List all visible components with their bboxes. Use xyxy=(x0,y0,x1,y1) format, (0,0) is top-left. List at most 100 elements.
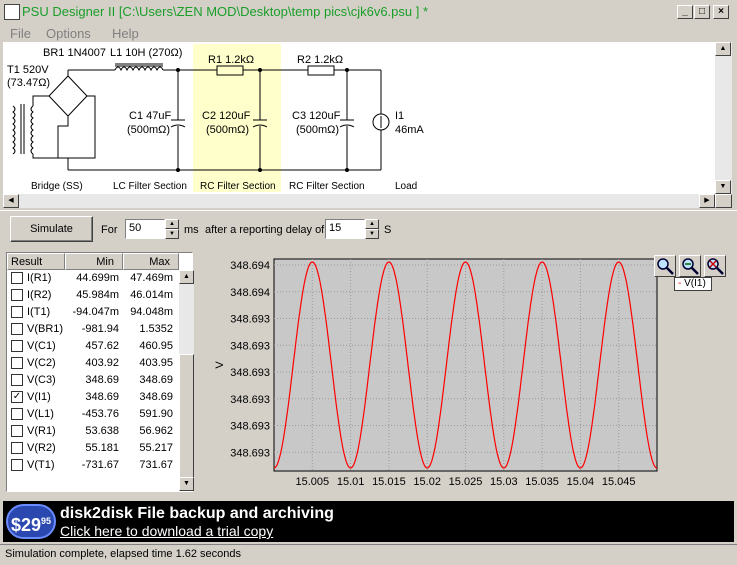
zoom-in-button[interactable] xyxy=(654,255,676,277)
close-button[interactable]: × xyxy=(713,5,729,19)
result-row[interactable]: I(R1) 44.699m 47.469m xyxy=(7,270,177,287)
results-scroll-down[interactable]: ▼ xyxy=(179,477,194,491)
r2-label: R2 1.2kΩ xyxy=(297,54,344,66)
result-row[interactable]: V(C1) 457.62 460.95 xyxy=(7,338,177,355)
result-row[interactable]: I(T1) -94.047m 94.048m xyxy=(7,304,177,321)
x-tick-label: 15.025 xyxy=(449,476,483,488)
result-checkbox[interactable] xyxy=(11,442,23,454)
result-row[interactable]: V(R2) 55.181 55.217 xyxy=(7,440,177,457)
minimize-button[interactable]: _ xyxy=(677,5,693,19)
scroll-up-button[interactable]: ▲ xyxy=(715,42,731,56)
result-min: 45.984m xyxy=(76,289,119,301)
ad-headline: disk2disk File backup and archiving xyxy=(60,505,334,522)
result-min: 53.638 xyxy=(85,425,119,437)
delay-label: after a reporting delay of xyxy=(205,224,325,236)
zoom-out-icon xyxy=(707,258,724,275)
result-row[interactable]: V(L1) -453.76 591.90 xyxy=(7,406,177,423)
maximize-button[interactable]: □ xyxy=(694,5,710,19)
result-checkbox[interactable]: ✓ xyxy=(11,391,23,403)
delay-up-button[interactable]: ▲ xyxy=(365,219,379,229)
result-max: 348.69 xyxy=(139,374,173,386)
result-max: 94.048m xyxy=(130,306,173,318)
schematic-hscroll[interactable]: ◀ ▶ xyxy=(3,194,715,208)
zoom-out-button[interactable] xyxy=(704,255,726,277)
result-max: 731.67 xyxy=(139,459,173,471)
schematic-vscroll[interactable]: ▲ ▼ xyxy=(715,42,732,194)
scroll-right-button[interactable]: ▶ xyxy=(699,194,715,208)
status-bar: Simulation complete, elapsed time 1.62 s… xyxy=(0,544,737,565)
result-row[interactable]: ✓ V(I1) 348.69 348.69 xyxy=(7,389,177,406)
ad-download-link[interactable]: Click here to download a trial copy xyxy=(60,523,273,539)
price-badge: $2995 xyxy=(6,504,56,539)
x-tick-label: 15.045 xyxy=(602,476,636,488)
result-checkbox[interactable] xyxy=(11,374,23,386)
result-checkbox[interactable] xyxy=(11,459,23,471)
result-checkbox[interactable] xyxy=(11,425,23,437)
s-label: S xyxy=(384,224,392,236)
delay-down-button[interactable]: ▼ xyxy=(365,229,379,239)
menu-help[interactable]: Help xyxy=(112,26,139,41)
y-tick-label: 348.693 xyxy=(230,340,270,352)
result-row[interactable]: V(C3) 348.69 348.69 xyxy=(7,372,177,389)
result-name: V(L1) xyxy=(27,408,54,420)
duration-up-button[interactable]: ▲ xyxy=(165,219,179,229)
section-rc1: RC Filter Section xyxy=(200,181,276,192)
result-row[interactable]: V(BR1) -981.94 1.5352 xyxy=(7,321,177,338)
c2-label: C2 120uF xyxy=(202,110,251,122)
col-max[interactable]: Max xyxy=(123,253,179,270)
result-min: 44.699m xyxy=(76,272,119,284)
result-min: 403.92 xyxy=(85,357,119,369)
result-checkbox[interactable] xyxy=(11,272,23,284)
results-scroll-up[interactable]: ▲ xyxy=(179,270,194,284)
result-max: 55.217 xyxy=(139,442,173,454)
section-bridge: Bridge (SS) xyxy=(31,181,83,192)
result-max: 460.95 xyxy=(139,340,173,352)
delay-input[interactable]: 15 xyxy=(325,219,365,239)
result-row[interactable]: V(T1) -731.67 731.67 xyxy=(7,457,177,474)
col-min[interactable]: Min xyxy=(65,253,123,270)
menu-file[interactable]: File xyxy=(10,26,31,41)
scroll-left-button[interactable]: ◀ xyxy=(3,194,19,208)
result-row[interactable]: V(R1) 53.638 56.962 xyxy=(7,423,177,440)
result-checkbox[interactable] xyxy=(11,408,23,420)
results-vscroll[interactable]: ▲ ▼ xyxy=(179,270,194,491)
ad-banner[interactable]: $2995 disk2disk File backup and archivin… xyxy=(3,501,734,542)
c1-esr: (500mΩ) xyxy=(127,124,171,136)
duration-down-button[interactable]: ▼ xyxy=(165,229,179,239)
simulate-button[interactable]: Simulate xyxy=(10,216,93,242)
result-max: 46.014m xyxy=(130,289,173,301)
result-row[interactable]: V(C2) 403.92 403.95 xyxy=(7,355,177,372)
menu-options[interactable]: Options xyxy=(46,26,91,41)
ad-price-main: $29 xyxy=(10,515,42,535)
y-tick-label: 348.693 xyxy=(230,421,270,433)
y-tick-label: 348.693 xyxy=(230,447,270,459)
result-checkbox[interactable] xyxy=(11,340,23,352)
window-title: PSU Designer II [C:\Users\ZEN MOD\Deskto… xyxy=(22,4,429,19)
schematic-drawing xyxy=(12,44,390,192)
result-checkbox[interactable] xyxy=(11,357,23,369)
zoom-fit-button[interactable] xyxy=(679,255,701,277)
section-lc: LC Filter Section xyxy=(113,181,187,192)
results-scroll-thumb[interactable] xyxy=(179,354,194,478)
y-axis-label: V xyxy=(214,361,226,369)
zoom-in-icon xyxy=(657,258,674,275)
result-checkbox[interactable] xyxy=(11,289,23,301)
i1-label: I1 xyxy=(395,110,405,122)
t1-resistance: (73.47Ω) xyxy=(7,77,51,89)
col-result[interactable]: Result xyxy=(7,253,65,270)
duration-input[interactable]: 50 xyxy=(125,219,165,239)
result-checkbox[interactable] xyxy=(11,323,23,335)
result-checkbox[interactable] xyxy=(11,306,23,318)
section-rc2: RC Filter Section xyxy=(289,181,365,192)
y-tick-label: 348.694 xyxy=(230,287,270,299)
result-max: 56.962 xyxy=(139,425,173,437)
ad-price-cents: 95 xyxy=(41,516,52,526)
result-min: -731.67 xyxy=(81,459,119,471)
scroll-down-button[interactable]: ▼ xyxy=(715,180,731,194)
br1-label: BR1 1N4007 xyxy=(43,47,106,59)
result-name: V(C2) xyxy=(27,357,56,369)
t1-label: T1 520V xyxy=(7,64,49,76)
result-row[interactable]: I(R2) 45.984m 46.014m xyxy=(7,287,177,304)
schematic-canvas[interactable]: T1 520V (73.47Ω) BR1 1N4007 L1 10H (270Ω… xyxy=(3,42,715,194)
result-max: 591.90 xyxy=(139,408,173,420)
